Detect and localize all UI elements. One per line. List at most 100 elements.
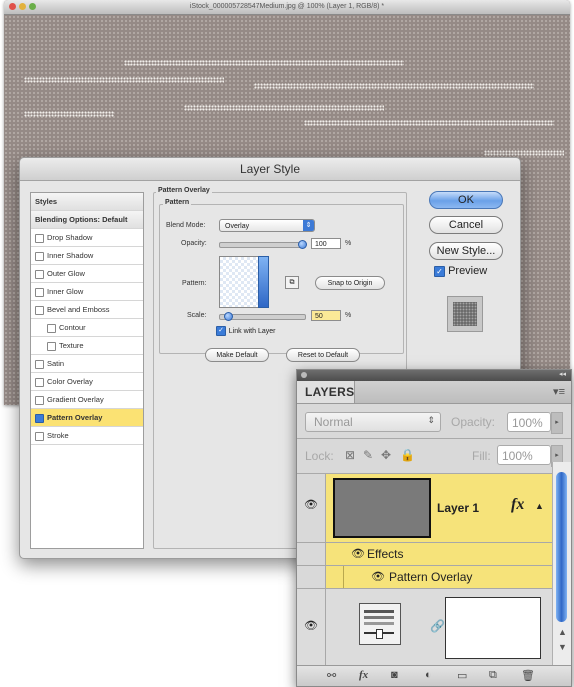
snap-to-origin-button[interactable]: Snap to Origin (315, 276, 385, 290)
lock-move-icon[interactable]: ✥ (381, 448, 391, 462)
checkbox-checked-icon[interactable] (35, 413, 44, 423)
new-group-icon[interactable]: ▭ (457, 669, 467, 682)
visibility-eye-icon[interactable]: 👁 (304, 498, 318, 511)
layer-row-adjustment[interactable]: 👁 🔗 (297, 589, 553, 668)
lock-paint-brush-icon[interactable]: ✎ (363, 448, 373, 462)
link-layers-icon[interactable]: ⚯ (327, 669, 336, 682)
document-title: iStock_000005728547Medium.jpg @ 100% (La… (189, 3, 385, 10)
effect-item-texture[interactable]: Texture (31, 337, 143, 355)
opacity-input[interactable]: 100 (311, 238, 341, 249)
new-style-button[interactable]: New Style... (429, 242, 503, 260)
pattern-label: Pattern: (182, 280, 207, 287)
checkbox-icon[interactable] (35, 269, 44, 279)
layer-blend-mode-value: Normal (314, 415, 353, 429)
scale-label: Scale: (187, 312, 207, 319)
layer-opacity-input[interactable]: 100% (507, 412, 551, 432)
scale-slider-thumb[interactable] (223, 312, 233, 321)
effect-item-contour[interactable]: Contour (31, 319, 143, 337)
layers-scrollbar[interactable]: ▲ ▼ (552, 462, 571, 666)
layer-row-layer-1[interactable]: 👁 Layer 1 fx ▲ (297, 474, 553, 543)
checkbox-icon[interactable] (35, 287, 44, 297)
scrollbar-thumb[interactable] (556, 472, 567, 622)
chevron-updown-icon: ⇕ (303, 220, 314, 231)
visibility-eye-icon[interactable]: 👁 (304, 619, 318, 632)
effects-row[interactable]: 👁 Effects (297, 543, 553, 566)
effect-item-stroke[interactable]: Stroke (31, 427, 143, 445)
fill-label: Fill: (472, 449, 491, 463)
opacity-slider-thumb[interactable] (298, 240, 307, 249)
expand-effects-arrow-icon[interactable]: ▲ (535, 501, 544, 511)
checkbox-icon[interactable] (35, 395, 44, 405)
effect-item-inner-shadow[interactable]: Inner Shadow (31, 247, 143, 265)
checkbox-icon[interactable] (35, 359, 44, 369)
scroll-down-icon[interactable]: ▼ (558, 642, 567, 652)
fill-value: 100% (502, 449, 533, 463)
add-layer-style-icon[interactable]: fx (359, 669, 368, 681)
visibility-eye-icon[interactable]: 👁 (371, 570, 385, 583)
effect-item-gradient-overlay[interactable]: Gradient Overlay (31, 391, 143, 409)
effect-item-satin[interactable]: Satin (31, 355, 143, 373)
visibility-eye-icon[interactable]: 👁 (351, 547, 365, 560)
effect-item-outer-glow[interactable]: Outer Glow (31, 265, 143, 283)
checkmark-icon: ✓ (216, 326, 226, 337)
checkbox-icon[interactable] (47, 323, 56, 333)
layers-panel: ◂◂ LAYERS ▾≡ Normal ⇕ Opacity: 100% ▸ Lo… (296, 369, 572, 687)
panel-menu-icon[interactable]: ▾≡ (553, 385, 565, 398)
new-layer-icon[interactable]: ⧉ (489, 669, 497, 682)
blend-mode-value: Overlay (225, 223, 250, 230)
new-adjustment-layer-icon[interactable]: ◐ (425, 669, 432, 681)
ok-button[interactable]: OK (429, 191, 503, 209)
tab-layers[interactable]: LAYERS (297, 381, 355, 403)
style-preview-swatch (453, 302, 477, 326)
minimize-window-button[interactable] (19, 3, 26, 10)
make-default-button[interactable]: Make Default (205, 348, 269, 362)
layer-name[interactable]: Layer 1 (437, 501, 479, 515)
lock-transparency-icon[interactable]: ⊠ (345, 448, 355, 462)
adjustment-layer-icon[interactable] (359, 603, 401, 645)
checkbox-icon[interactable] (35, 251, 44, 261)
blending-options-item[interactable]: Blending Options: Default (31, 211, 143, 229)
delete-layer-icon[interactable]: 🗑 (521, 669, 535, 682)
opacity-slider[interactable] (219, 240, 307, 249)
pattern-picker-dropdown[interactable] (258, 256, 269, 308)
layer-mask-link-icon[interactable]: 🔗 (430, 619, 445, 633)
checkbox-icon[interactable] (35, 431, 44, 441)
reset-to-default-button[interactable]: Reset to Default (286, 348, 360, 362)
pattern-swatch[interactable] (219, 256, 269, 308)
checkbox-icon[interactable] (35, 233, 44, 243)
chevron-right-icon[interactable]: ▸ (551, 412, 563, 434)
blend-mode-select[interactable]: Overlay ⇕ (219, 219, 315, 232)
link-with-layer-checkbox[interactable]: ✓ Link with Layer (216, 326, 275, 337)
effect-label: Inner Shadow (47, 251, 94, 260)
fx-badge-icon[interactable]: fx (511, 496, 524, 514)
styles-header[interactable]: Styles (31, 193, 143, 211)
checkbox-icon[interactable] (35, 377, 44, 387)
zoom-window-button[interactable] (29, 3, 36, 10)
effect-item-inner-glow[interactable]: Inner Glow (31, 283, 143, 301)
scroll-up-icon[interactable]: ▲ (558, 627, 567, 637)
cancel-button[interactable]: Cancel (429, 216, 503, 234)
checkbox-icon[interactable] (35, 305, 44, 315)
collapse-panel-icon[interactable]: ◂◂ (559, 370, 566, 378)
close-window-button[interactable] (9, 3, 16, 10)
layer-blend-mode-select[interactable]: Normal ⇕ (305, 412, 441, 432)
lock-all-icon[interactable]: 🔒 (400, 448, 415, 462)
effect-item-bevel-and-emboss[interactable]: Bevel and Emboss (31, 301, 143, 319)
effect-item-pattern-overlay[interactable]: Pattern Overlay (31, 409, 143, 427)
style-preview-frame (447, 296, 483, 332)
checkbox-icon[interactable] (47, 341, 56, 351)
add-mask-icon[interactable]: ◙ (391, 669, 398, 681)
pattern-overlay-effect-row[interactable]: 👁 Pattern Overlay (297, 566, 553, 589)
effect-item-color-overlay[interactable]: Color Overlay (31, 373, 143, 391)
layer-mask-thumbnail[interactable] (445, 597, 541, 659)
scale-input[interactable]: 50 (311, 310, 341, 321)
preview-checkbox[interactable]: ✓ Preview (434, 265, 487, 277)
scale-slider[interactable] (219, 312, 306, 321)
effect-item-drop-shadow[interactable]: Drop Shadow (31, 229, 143, 247)
preview-label: Preview (448, 265, 488, 277)
fill-input[interactable]: 100% (497, 445, 551, 465)
layers-bottom-bar: ⚯ fx ◙ ◐ ▭ ⧉ 🗑 (297, 665, 571, 686)
close-panel-icon[interactable] (301, 372, 307, 378)
layer-thumbnail[interactable] (333, 478, 431, 538)
new-preset-icon[interactable]: ⧉ (285, 276, 299, 289)
